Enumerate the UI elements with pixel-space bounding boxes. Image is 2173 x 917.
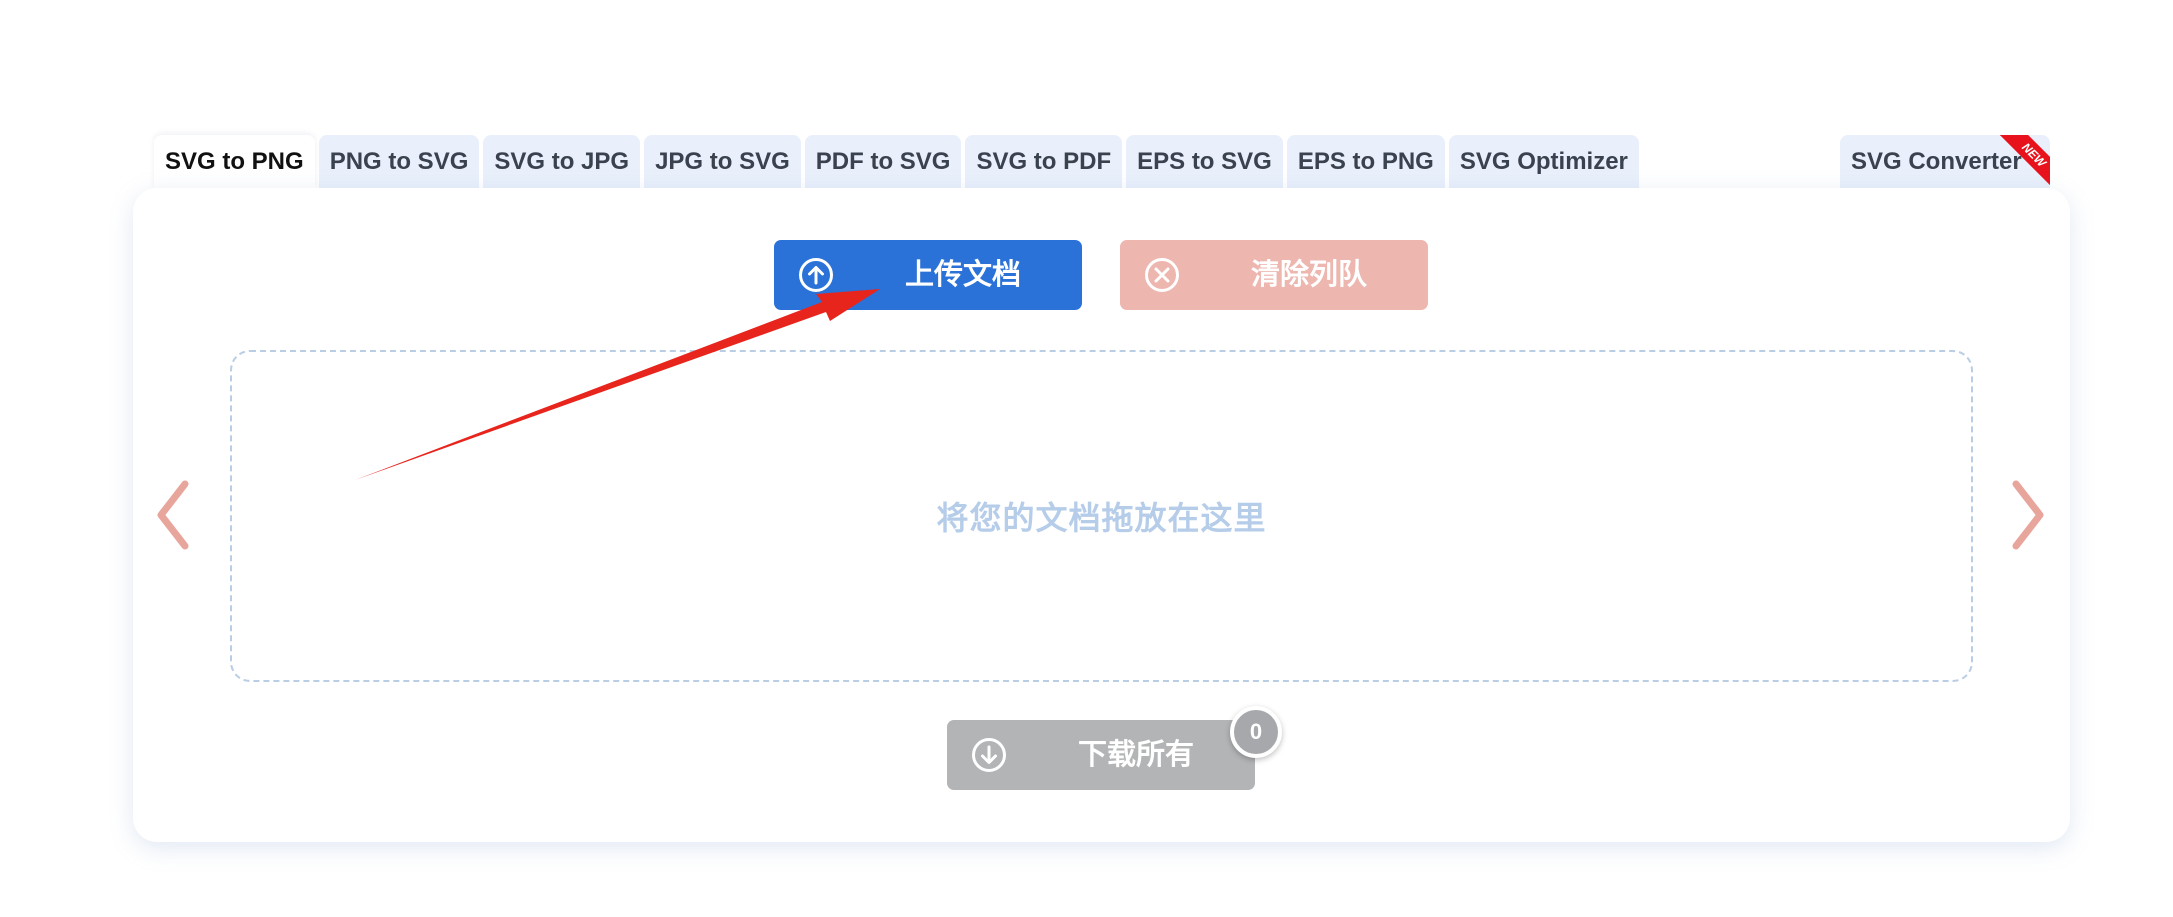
tab-eps-to-png[interactable]: EPS to PNG — [1286, 135, 1445, 189]
tab-svg-optimizer[interactable]: SVG Optimizer — [1448, 135, 1639, 189]
upload-button-label: 上传文档 — [904, 259, 1021, 291]
arrow-up-circle-icon — [799, 258, 833, 292]
tab-svg-converter-label: SVG Converter — [1851, 148, 2022, 175]
new-ribbon-label: NEW — [2000, 135, 2050, 185]
download-all-button-label: 下载所有 — [1077, 739, 1194, 771]
tab-svg-converter[interactable]: SVG Converter NEW — [1840, 135, 2050, 189]
converter-tabs: SVG to PNG PNG to SVG SVG to JPG JPG to … — [154, 135, 1639, 189]
arrow-down-circle-icon — [972, 738, 1006, 772]
download-all-button[interactable]: 下载所有 — [947, 720, 1255, 790]
tab-png-to-svg[interactable]: PNG to SVG — [318, 135, 480, 189]
chevron-right-icon[interactable] — [2008, 480, 2048, 550]
chevron-left-icon[interactable] — [153, 480, 193, 550]
dropzone-hint: 将您的文档拖放在这里 — [936, 500, 1267, 536]
tab-eps-to-svg[interactable]: EPS to SVG — [1126, 135, 1283, 189]
file-dropzone[interactable]: 将您的文档拖放在这里 — [230, 350, 1973, 682]
upload-button[interactable]: 上传文档 — [774, 240, 1082, 310]
tab-jpg-to-svg[interactable]: JPG to SVG — [644, 135, 801, 189]
download-count-badge: 0 — [1230, 706, 1282, 758]
clear-queue-button-label: 清除列队 — [1250, 259, 1367, 291]
tab-svg-to-png[interactable]: SVG to PNG — [154, 135, 315, 189]
x-circle-icon — [1145, 258, 1179, 292]
tab-pdf-to-svg[interactable]: PDF to SVG — [804, 135, 962, 189]
clear-queue-button[interactable]: 清除列队 — [1120, 240, 1428, 310]
page: SVG to PNG PNG to SVG SVG to JPG JPG to … — [0, 0, 2173, 917]
new-ribbon: NEW — [2000, 135, 2050, 185]
converter-panel: 上传文档 清除列队 将您的文档拖放在这里 下载所有 0 — [133, 188, 2070, 842]
tab-svg-to-pdf[interactable]: SVG to PDF — [965, 135, 1123, 189]
tab-svg-to-jpg[interactable]: SVG to JPG — [483, 135, 641, 189]
